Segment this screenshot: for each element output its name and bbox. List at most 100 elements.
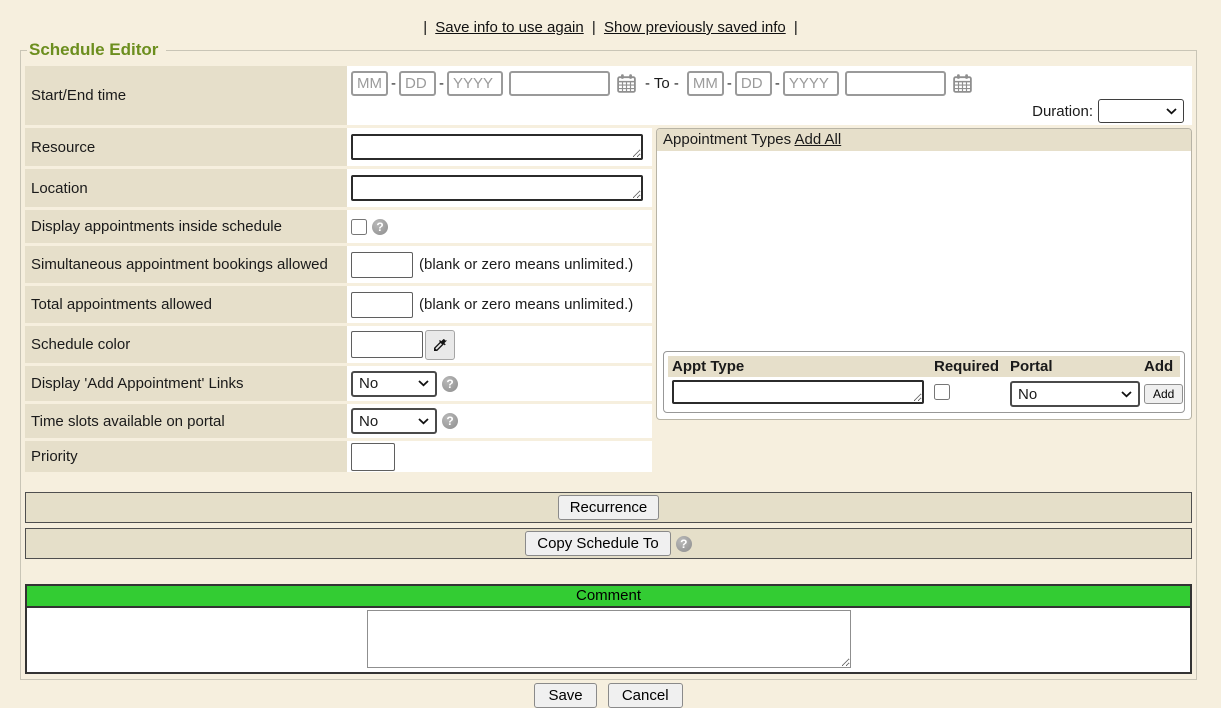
to-separator: - To - [645, 75, 679, 92]
middle-section: Resource Location Display appointments i… [25, 128, 1192, 472]
appointment-types-header: Appointment Types Add All [657, 129, 1191, 151]
end-month-input[interactable] [687, 71, 724, 96]
end-time-input[interactable] [845, 71, 946, 96]
appt-type-column-header: Appt Type [668, 356, 930, 377]
comment-textarea[interactable] [367, 610, 851, 668]
copy-schedule-to-button[interactable]: Copy Schedule To [525, 531, 670, 556]
pipe-separator: | [423, 19, 427, 36]
start-calendar-icon[interactable] [616, 73, 637, 94]
row-simultaneous: Simultaneous appointment bookings allowe… [25, 246, 652, 283]
row-add-appointment-links: Display 'Add Appointment' Links No ? [25, 366, 652, 401]
appointment-types-list-area [657, 151, 1191, 345]
color-picker-button[interactable] [425, 330, 455, 360]
row-resource: Resource [25, 128, 652, 166]
end-day-input[interactable] [735, 71, 772, 96]
chevron-down-icon [1121, 391, 1132, 398]
save-button[interactable]: Save [534, 683, 596, 708]
row-schedule-color: Schedule color [25, 326, 652, 363]
start-end-time-label: Start/End time [25, 66, 347, 125]
add-column-header: Add [1140, 356, 1180, 377]
portal-select[interactable]: No [1010, 381, 1140, 407]
row-location: Location [25, 169, 652, 207]
time-slots-portal-value: No [359, 413, 378, 430]
recurrence-bar: Recurrence [25, 492, 1192, 523]
resource-label: Resource [25, 128, 347, 166]
end-calendar-icon[interactable] [952, 73, 973, 94]
appointment-types-title: Appointment Types [663, 131, 791, 148]
start-year-input[interactable] [447, 71, 503, 96]
date-dash: - [439, 75, 444, 92]
resource-input[interactable] [351, 134, 643, 160]
date-dash: - [775, 75, 780, 92]
end-year-input[interactable] [783, 71, 839, 96]
priority-input[interactable] [351, 443, 395, 471]
duration-select[interactable] [1098, 99, 1184, 123]
simultaneous-label: Simultaneous appointment bookings allowe… [25, 246, 347, 283]
chevron-down-icon [418, 418, 429, 425]
add-appointment-links-select[interactable]: No [351, 371, 437, 397]
date-dash: - [727, 75, 732, 92]
save-info-link[interactable]: Save info to use again [435, 19, 583, 36]
help-icon[interactable]: ? [676, 536, 692, 552]
start-end-time-controls: - - [347, 66, 1192, 125]
simultaneous-input[interactable] [351, 252, 413, 278]
start-day-input[interactable] [399, 71, 436, 96]
duration-row: Duration: [351, 99, 1188, 123]
schedule-color-input[interactable] [351, 331, 423, 358]
saved-info-links: | Save info to use again | Show previous… [0, 0, 1221, 40]
appointment-type-input-row: No Add [668, 380, 1180, 408]
total-appointments-input[interactable] [351, 292, 413, 318]
pipe-separator: | [794, 19, 798, 36]
eyedropper-icon [432, 337, 448, 353]
start-month-input[interactable] [351, 71, 388, 96]
page-title: Schedule Editor [27, 40, 166, 60]
row-time-slots-portal: Time slots available on portal No ? [25, 404, 652, 438]
recurrence-button[interactable]: Recurrence [558, 495, 660, 520]
datetime-line: - - [351, 71, 1188, 96]
schedule-editor-fieldset: Schedule Editor Start/End time - - [20, 40, 1197, 680]
chevron-down-icon [418, 380, 429, 387]
location-label: Location [25, 169, 347, 207]
help-icon[interactable]: ? [442, 413, 458, 429]
display-appointments-label: Display appointments inside schedule [25, 210, 347, 243]
display-appointments-checkbox[interactable] [351, 219, 367, 235]
priority-label: Priority [25, 441, 347, 472]
left-form-column: Resource Location Display appointments i… [25, 128, 652, 472]
add-appointment-type-button[interactable]: Add [1144, 384, 1183, 404]
form-actions: Save Cancel [25, 683, 1192, 708]
simultaneous-hint: (blank or zero means unlimited.) [419, 256, 633, 273]
time-slots-portal-label: Time slots available on portal [25, 404, 347, 438]
duration-label: Duration: [1032, 103, 1093, 120]
help-icon[interactable]: ? [372, 219, 388, 235]
appt-type-input[interactable] [672, 380, 924, 404]
comment-section: Comment [25, 584, 1192, 674]
comment-header: Comment [27, 586, 1190, 608]
show-saved-info-link[interactable]: Show previously saved info [604, 19, 786, 36]
portal-select-value: No [1018, 386, 1037, 403]
row-priority: Priority [25, 441, 652, 472]
row-display-appointments: Display appointments inside schedule ? [25, 210, 652, 243]
appointment-types-panel: Appointment Types Add All Appt Type Requ… [656, 128, 1192, 420]
comment-body [27, 608, 1190, 672]
portal-column-header: Portal [1006, 356, 1140, 377]
calendar-icon [616, 73, 637, 94]
total-appointments-label: Total appointments allowed [25, 286, 347, 323]
location-input[interactable] [351, 175, 643, 201]
add-all-link[interactable]: Add All [794, 131, 841, 148]
add-appointment-links-value: No [359, 375, 378, 392]
right-panel-column: Appointment Types Add All Appt Type Requ… [656, 128, 1192, 420]
help-icon[interactable]: ? [442, 376, 458, 392]
required-column-header: Required [930, 356, 1006, 377]
date-dash: - [391, 75, 396, 92]
start-time-input[interactable] [509, 71, 610, 96]
row-start-end-time: Start/End time - - [25, 66, 1192, 125]
pipe-separator: | [592, 19, 596, 36]
appointment-type-table-header: Appt Type Required Portal Add [668, 356, 1180, 377]
schedule-color-label: Schedule color [25, 326, 347, 363]
required-checkbox[interactable] [934, 384, 950, 400]
time-slots-portal-select[interactable]: No [351, 408, 437, 434]
chevron-down-icon [1166, 108, 1177, 115]
cancel-button[interactable]: Cancel [608, 683, 683, 708]
add-appointment-links-label: Display 'Add Appointment' Links [25, 366, 347, 401]
copy-schedule-bar: Copy Schedule To ? [25, 528, 1192, 559]
